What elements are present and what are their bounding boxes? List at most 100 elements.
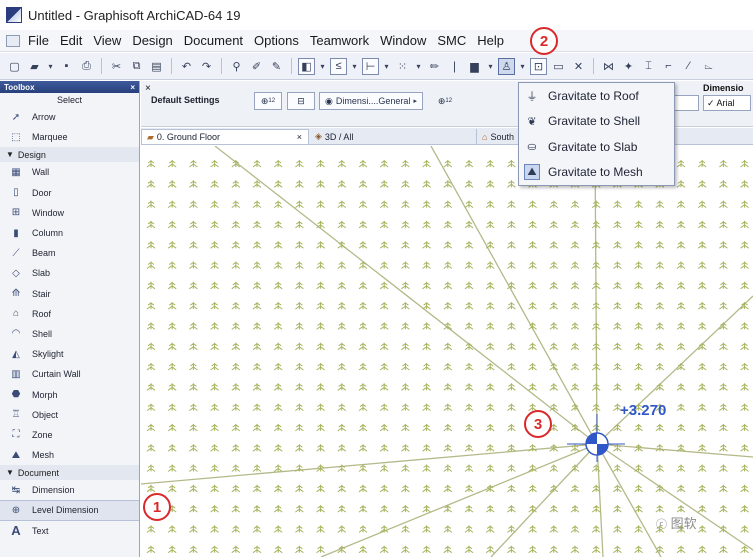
structure-dropdown-icon[interactable]: ▾ bbox=[382, 58, 391, 75]
floor-plan-canvas[interactable]: +3.270 ⓒ 图软 bbox=[141, 146, 753, 557]
copy-icon[interactable]: ⧉ bbox=[128, 58, 145, 75]
pencil-icon[interactable]: ✏ bbox=[426, 58, 443, 75]
grid-symbol-stroke bbox=[146, 484, 156, 493]
gravitate-to-shell-item[interactable]: ❦ Gravitate to Shell bbox=[519, 109, 674, 135]
grid-symbol-stroke bbox=[189, 444, 198, 452]
tab-ground-floor[interactable]: ▰ 0. Ground Floor × bbox=[141, 129, 309, 144]
tool-window[interactable]: ⊞ Window bbox=[0, 203, 139, 223]
tool-arrow[interactable]: ➚ Arrow bbox=[0, 107, 139, 127]
close-icon[interactable]: ✕ bbox=[570, 58, 587, 75]
paste-icon[interactable]: ▤ bbox=[148, 58, 165, 75]
trace-icon[interactable]: ⊡ bbox=[530, 57, 547, 75]
snap-icon[interactable]: ⋈ bbox=[600, 58, 617, 75]
marker-type-button[interactable]: ⊟ bbox=[287, 92, 315, 110]
tool-object[interactable]: ♖ Object bbox=[0, 405, 139, 425]
cut-icon[interactable]: ✂ bbox=[108, 58, 125, 75]
marker-icon[interactable]: ❘ bbox=[446, 58, 463, 75]
grid-symbol-stroke bbox=[676, 444, 686, 452]
menu-file[interactable]: File bbox=[28, 33, 49, 48]
tool-shell[interactable]: ◠ Shell bbox=[0, 324, 139, 344]
pen-icon[interactable]: ≤ bbox=[330, 57, 347, 75]
menu-document[interactable]: Document bbox=[184, 33, 243, 48]
gravitate-to-mesh-item[interactable]: ⛰ Gravitate to Mesh bbox=[519, 160, 674, 186]
surface-dropdown-icon[interactable]: ▾ bbox=[486, 58, 495, 75]
font-select[interactable]: ✓ Arial bbox=[703, 95, 751, 111]
new-file-icon[interactable]: ▢ bbox=[6, 58, 23, 75]
gravitate-button[interactable]: ♙ bbox=[498, 57, 515, 75]
grid-dropdown-icon[interactable]: ▾ bbox=[414, 58, 423, 75]
menu-design[interactable]: Design bbox=[132, 33, 172, 48]
grid-symbol-stroke bbox=[379, 302, 389, 310]
tool-column[interactable]: ▮ Column bbox=[0, 223, 139, 243]
tool-wall[interactable]: ▦ Wall bbox=[0, 162, 139, 182]
print-icon[interactable]: ⎙ bbox=[78, 58, 95, 75]
infobox-close-icon[interactable]: × bbox=[145, 83, 151, 94]
open-file-icon[interactable]: ▰ bbox=[26, 58, 43, 75]
menu-smc[interactable]: SMC bbox=[437, 33, 466, 48]
find-select-icon[interactable]: ⚲ bbox=[228, 58, 245, 75]
open-dropdown-icon[interactable]: ▾ bbox=[46, 58, 55, 75]
tool-mesh[interactable]: ⛰ Mesh bbox=[0, 445, 139, 465]
grid-symbol-stroke bbox=[464, 241, 474, 249]
split-icon[interactable]: ⌳ bbox=[700, 58, 717, 75]
tool-level-dimension[interactable]: ⊕ Level Dimension bbox=[0, 500, 139, 521]
menu-teamwork[interactable]: Teamwork bbox=[310, 33, 369, 48]
menu-options[interactable]: Options bbox=[254, 33, 299, 48]
system-menu-icon[interactable] bbox=[6, 34, 20, 47]
grid-symbol-stroke bbox=[570, 363, 580, 371]
mesh-grid-symbol bbox=[740, 220, 749, 229]
dimension-standard-button[interactable]: ◉ Dimensi....General ▸ bbox=[319, 92, 423, 110]
tool-marquee[interactable]: ⬚ Marquee bbox=[0, 127, 139, 147]
tool-morph[interactable]: ⬣ Morph bbox=[0, 384, 139, 404]
menu-window[interactable]: Window bbox=[380, 33, 426, 48]
tool-curtain-wall[interactable]: ▥ Curtain Wall bbox=[0, 364, 139, 384]
magic-wand-icon[interactable]: ✦ bbox=[620, 58, 637, 75]
tool-roof[interactable]: ⌂ Roof bbox=[0, 304, 139, 324]
menu-edit[interactable]: Edit bbox=[60, 33, 82, 48]
mesh-grid-symbol bbox=[676, 545, 686, 554]
toolbox-close-icon[interactable]: × bbox=[130, 83, 135, 92]
level-dim-marker-button[interactable]: ⊕ 12 bbox=[431, 92, 459, 110]
pick-up-icon[interactable]: ✐ bbox=[248, 58, 265, 75]
frame-icon[interactable]: ▭ bbox=[550, 58, 567, 75]
gravitate-to-roof-item[interactable]: ⏚ Gravitate to Roof bbox=[519, 83, 674, 109]
mesh-grid-symbol bbox=[295, 200, 304, 208]
layer-dropdown-icon[interactable]: ▾ bbox=[318, 58, 327, 75]
tool-zone[interactable]: ⛶ Zone bbox=[0, 425, 139, 445]
tool-text[interactable]: A Text bbox=[0, 521, 139, 541]
offset-icon[interactable]: ⁄ bbox=[680, 58, 697, 75]
toolbox-section-design[interactable]: ▼ Design bbox=[0, 147, 139, 163]
mesh-grid-symbol bbox=[443, 484, 453, 493]
save-icon[interactable]: ▪ bbox=[58, 58, 75, 75]
surface-icon[interactable]: ▆ bbox=[466, 58, 483, 75]
tool-skylight[interactable]: ◭ Skylight bbox=[0, 344, 139, 364]
fillet-icon[interactable]: ⌐ bbox=[660, 58, 677, 75]
layer-icon[interactable]: ◧ bbox=[298, 57, 315, 75]
tool-stair[interactable]: ⟰ Stair bbox=[0, 284, 139, 304]
tool-beam[interactable]: ⟋ Beam bbox=[0, 243, 139, 263]
gravitate-to-slab-item[interactable]: ⛀ Gravitate to Slab bbox=[519, 134, 674, 160]
tab-close-icon[interactable]: × bbox=[297, 132, 302, 142]
mesh-grid-symbol bbox=[146, 302, 156, 310]
mesh-grid-symbol bbox=[189, 241, 198, 249]
level-dim-settings-button[interactable]: ⊕ 12 bbox=[254, 92, 282, 110]
grid-symbol-stroke bbox=[401, 444, 410, 452]
undo-icon[interactable]: ↶ bbox=[178, 58, 195, 75]
inject-icon[interactable]: ✎ bbox=[268, 58, 285, 75]
pen-dropdown-icon[interactable]: ▾ bbox=[350, 58, 359, 75]
mesh-grid-symbol bbox=[210, 220, 219, 229]
tool-slab[interactable]: ◇ Slab bbox=[0, 263, 139, 283]
redo-icon[interactable]: ↷ bbox=[198, 58, 215, 75]
grid-snap-icon[interactable]: ⁙ bbox=[394, 58, 411, 75]
grid-symbol-stroke bbox=[422, 261, 431, 269]
trim-icon[interactable]: ⌶ bbox=[640, 58, 657, 75]
mesh-grid-symbol bbox=[485, 241, 495, 249]
partial-structure-icon[interactable]: ⊢ bbox=[362, 57, 379, 75]
menu-view[interactable]: View bbox=[93, 33, 121, 48]
tab-3d-all[interactable]: ◈ 3D / All bbox=[310, 129, 475, 144]
tool-dimension[interactable]: ↹ Dimension bbox=[0, 480, 139, 500]
toolbox-section-document[interactable]: ▼ Document bbox=[0, 465, 139, 481]
menu-help[interactable]: Help bbox=[477, 33, 504, 48]
tool-door[interactable]: ▯ Door bbox=[0, 183, 139, 203]
gravitate-dropdown-icon[interactable]: ▾ bbox=[518, 58, 527, 75]
